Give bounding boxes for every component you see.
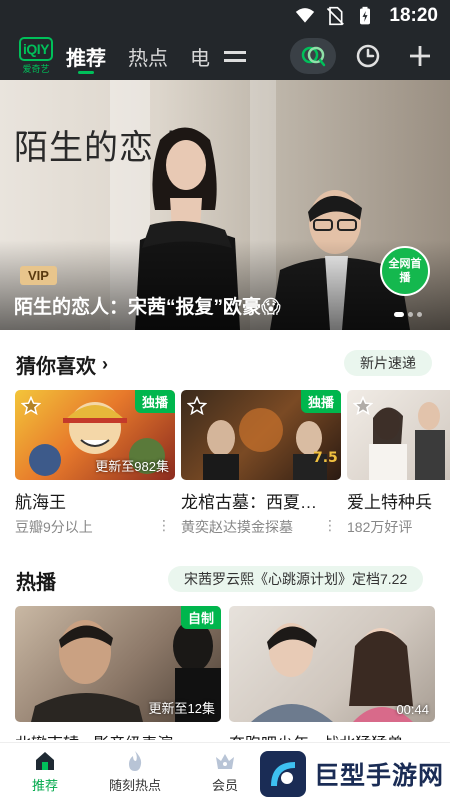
top-navigation: iQIY 爱奇艺 推荐 热点 电: [0, 32, 450, 80]
nav-item-label: 推荐: [31, 778, 58, 793]
watermark-text: 巨型手游网: [314, 762, 445, 790]
channel-tabs: 推荐 热点 电: [66, 32, 246, 80]
site-watermark: 巨型手游网: [260, 748, 450, 800]
hot-video-title: 奔跑吧少年 · 战北猛猛兽: [229, 730, 435, 740]
video-card[interactable]: 独播 更新至982集 航海王 豆瓣9分以上 ⋮: [15, 390, 175, 537]
battery-charging-icon: [360, 6, 371, 25]
nav-item-vip[interactable]: 会员: [180, 743, 270, 800]
home-icon: [36, 752, 54, 770]
section-hot-header[interactable]: 热播: [16, 566, 56, 595]
video-title: 航海王: [15, 493, 66, 512]
watermark-logo-icon: [260, 751, 306, 797]
new-releases-pill[interactable]: 新片速递: [344, 350, 432, 376]
nav-item-recommend[interactable]: 推荐: [0, 743, 90, 800]
carousel-dot-active: [394, 312, 404, 317]
favorite-star-icon[interactable]: [353, 396, 373, 416]
video-thumbnail: 7.5 独播: [181, 390, 341, 480]
no-sim-icon: [327, 6, 345, 26]
announcement-pill[interactable]: 宋茜罗云熙《心跳源计划》定档7.22: [168, 566, 424, 592]
video-title: 龙棺古墓：西夏…: [181, 493, 317, 512]
video-subtitle: 黄奕赵达摸金探墓: [181, 519, 293, 535]
video-thumbnail: 独播 更新至982集: [15, 390, 175, 480]
carousel-dot: [408, 312, 413, 317]
nav-item-label: 随刻热点: [108, 778, 161, 793]
hot-video-card[interactable]: 00:44: [229, 606, 435, 722]
premiere-badge: 全网首播: [380, 246, 430, 296]
channel-menu-icon[interactable]: [224, 48, 246, 64]
search-button[interactable]: [290, 38, 336, 74]
tab-tv[interactable]: 电: [190, 32, 212, 80]
episode-update-note: 更新至12集: [148, 701, 215, 716]
video-duration: 00:44: [396, 702, 429, 717]
vip-badge: VIP: [20, 266, 57, 285]
flame-icon: [129, 751, 142, 771]
section-title: 热播: [16, 572, 56, 594]
carousel-indicator: [394, 312, 422, 317]
tab-hot[interactable]: 热点: [128, 32, 168, 80]
video-thumbnail: [347, 390, 450, 480]
svg-text:7.5: 7.5: [313, 450, 338, 466]
chevron-right-icon: ›: [102, 354, 108, 374]
hot-video-title: 北辙南辕 · 影帝级表演: [15, 730, 221, 740]
more-options-icon[interactable]: ⋮: [323, 517, 341, 537]
watermark-glyph: [271, 762, 295, 786]
history-clock-icon[interactable]: [354, 42, 382, 70]
nav-item-hot[interactable]: 随刻热点: [90, 743, 180, 800]
episode-update-note: 更新至982集: [95, 459, 169, 474]
tab-recommend[interactable]: 推荐: [66, 32, 106, 80]
video-subtitle: 182万好评: [347, 519, 413, 535]
favorite-star-icon[interactable]: [187, 396, 207, 416]
plus-icon[interactable]: [406, 42, 434, 70]
video-subtitle: 豆瓣9分以上: [15, 519, 93, 535]
premiere-badge-text: 全网首播: [388, 258, 422, 284]
hot-video-card[interactable]: 自制 更新至12集: [15, 606, 221, 722]
status-time: 18:20: [389, 5, 438, 26]
more-options-icon[interactable]: ⋮: [157, 517, 175, 537]
iqiyi-logo[interactable]: iQIY 爱奇艺: [12, 32, 60, 80]
video-title: 爱上特种兵: [347, 493, 432, 512]
app-screen: 18:20 iQIY 爱奇艺 推荐 热点 电 陌生的恋人 VIP 陌生的恋人：宋…: [0, 0, 450, 800]
banner-caption[interactable]: 陌生的恋人：宋茜“报复”欧豪😱: [14, 292, 281, 319]
status-bar: 18:20: [0, 0, 450, 32]
logo-mark: iQIY: [19, 37, 53, 61]
video-card[interactable]: 爱上特种兵 182万好评: [347, 390, 450, 537]
wifi-icon: [296, 8, 315, 23]
exclusive-badge: 独播: [134, 390, 175, 413]
section-title: 猜你喜欢: [16, 356, 96, 378]
search-icon: [301, 46, 326, 67]
section-guess-header[interactable]: 猜你喜欢 ›: [16, 350, 108, 379]
nav-item-label: 会员: [211, 778, 238, 793]
video-card[interactable]: 7.5 独播 龙棺古墓：西夏… 黄奕赵达摸金探墓 ⋮: [181, 390, 341, 537]
crown-icon: [216, 754, 234, 769]
original-badge: 自制: [180, 606, 221, 629]
carousel-dot: [417, 312, 422, 317]
logo-caption: 爱奇艺: [22, 64, 50, 74]
exclusive-badge: 独播: [300, 390, 341, 413]
favorite-star-icon[interactable]: [21, 396, 41, 416]
